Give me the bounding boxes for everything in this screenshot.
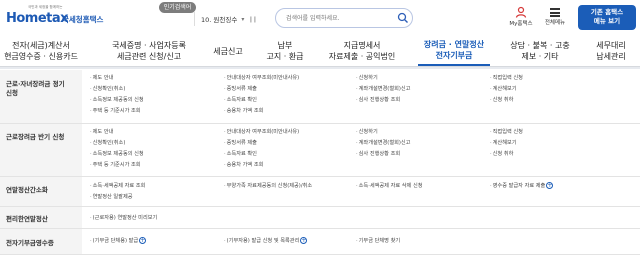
nav-tab-line1: 상담 · 불복 · 고충 — [510, 41, 570, 50]
nav-tab-line1: 세무대리 — [596, 41, 626, 50]
link-item[interactable]: 소득정보 제공동의 신청 — [90, 96, 144, 103]
link-item[interactable]: 신청 취하 — [490, 96, 514, 103]
link-item[interactable]: 계산해보기 — [490, 139, 517, 146]
link-item[interactable]: 증빙서류 제출 — [224, 139, 257, 146]
section-half-year-application: 근로장려금 반기 신청 제도 안내 신청확인(취소) 소득정보 제공동의 신청 … — [0, 124, 640, 177]
link-item[interactable]: (기부금 단체용) 발급+ — [90, 237, 147, 244]
plus-circle-icon[interactable]: + — [300, 237, 308, 244]
plus-circle-icon[interactable]: + — [139, 237, 147, 244]
link-item[interactable]: 소득·세액공제 자료 삭제 신청 — [356, 182, 423, 189]
nav-tab-line2: 납세관리 — [596, 52, 626, 61]
nav-tab-e-invoice[interactable]: 전자(세금)계산서 현금영수증 · 신용카드 — [4, 36, 78, 66]
link-item[interactable]: 직접입력 신청 — [490, 128, 523, 135]
link-item[interactable]: 증빙서류 제출 — [224, 85, 257, 92]
link-item[interactable]: 계좌개설변경(철회)신고 — [356, 85, 411, 92]
link-item[interactable]: 직접입력 신청 — [490, 74, 523, 81]
nav-tab-line1: 장려금 · 연말정산 — [423, 40, 485, 49]
user-icon — [515, 6, 527, 18]
link-item[interactable]: 제도 안내 — [90, 128, 114, 135]
nav-tab-tax-agent[interactable]: 세무대리 납세관리 — [588, 36, 634, 66]
hot-search-current[interactable]: 10. 원천징수 — [201, 14, 237, 24]
link-item[interactable]: 계산해보기 — [490, 85, 517, 92]
my-hometax-label: My홈택스 — [509, 21, 533, 27]
section-e-donation-receipt: 전자기부금영수증 (기부금 단체용) 발급+ (기부자용) 발급 신청 및 목록… — [0, 229, 640, 255]
classic-menu-line1: 기존 홈택스 — [590, 8, 624, 16]
link-item[interactable]: 소득·세액공제 자료 조회 — [90, 182, 146, 189]
classic-menu-line2: 메뉴 보기 — [593, 17, 621, 25]
nav-tab-line1: 전자(세금)계산서 — [12, 41, 70, 50]
logo-org-name: 국세청홈택스 — [62, 15, 104, 24]
nav-tab-line1: 지급명세서 — [343, 41, 381, 50]
link-item[interactable]: (근로자용) 연말정산 미리보기 — [90, 214, 158, 221]
top-bar: 국민과 세정을 함께하는 Hometax 국세청홈택스 인기검색어 10. 원천… — [0, 0, 640, 36]
link-item[interactable]: (기부자용) 발급 신청 및 목록관리+ — [224, 237, 308, 244]
nav-tab-certificates[interactable]: 국세증명 · 사업자등록 세금관련 신청/신고 — [108, 36, 190, 66]
nav-tab-line2: 현금영수증 · 신용카드 — [4, 52, 78, 61]
all-menu-button[interactable]: 전체메뉴 — [540, 6, 570, 32]
link-item[interactable]: 제도 안내 — [90, 74, 114, 81]
nav-tab-line2: 자료제출 · 공익법인 — [328, 52, 396, 61]
link-item[interactable]: 주택 등 기준시가 조회 — [90, 107, 141, 114]
plus-circle-icon[interactable]: + — [546, 182, 554, 189]
link-item[interactable]: 소득자료 확인 — [224, 96, 257, 103]
link-item[interactable]: 신청확인(취소) — [90, 85, 126, 92]
nav-tab-incentives[interactable]: 장려금 · 연말정산 전자기부금 — [418, 36, 490, 66]
hamburger-icon — [550, 8, 560, 17]
section-easy-year-end: 편리한연말정산 (근로자용) 연말정산 미리보기 — [0, 207, 640, 229]
nav-tab-payment-statements[interactable]: 지급명세서 자료제출 · 공익법인 — [323, 36, 401, 66]
logo-slogan: 국민과 세정을 함께하는 — [28, 5, 63, 9]
link-item[interactable]: 부양가족 자료제공동의 신청(제공)/취소 — [224, 182, 312, 189]
section-title: 근로장려금 반기 신청 — [0, 124, 82, 176]
section-title: 편리한연말정산 — [0, 207, 82, 228]
section-regular-application: 근로·자녀장려금 정기 신청 제도 안내 신청확인(취소) 소득정보 제공동의 … — [0, 70, 640, 124]
nav-tab-payment[interactable]: 납부 고지 · 환급 — [262, 36, 308, 66]
chevron-down-icon[interactable]: ▾ — [241, 16, 244, 23]
section-year-end-simplified: 연말정산간소화 소득·세액공제 자료 조회 연말정산 일괄제공 부양가족 자료제… — [0, 177, 640, 207]
link-item[interactable]: 기부금 단체명 찾기 — [356, 237, 400, 244]
nav-tab-line1: 국세증명 · 사업자등록 — [112, 41, 186, 50]
logo-wordmark: Hometax — [6, 11, 69, 26]
nav-tab-line2: 제보 · 기타 — [521, 52, 559, 61]
search-icon[interactable] — [397, 12, 409, 24]
main-nav: 전자(세금)계산서 현금영수증 · 신용카드 국세증명 · 사업자등록 세금관련… — [0, 36, 640, 66]
search-input[interactable] — [275, 8, 413, 28]
link-item[interactable]: 신청확인(취소) — [90, 139, 126, 146]
link-item[interactable]: 소득자료 확인 — [224, 150, 257, 157]
link-item[interactable]: 연말정산 일괄제공 — [90, 193, 133, 200]
link-item[interactable]: 신청 취하 — [490, 150, 514, 157]
hometax-logo[interactable]: 국민과 세정을 함께하는 Hometax 국세청홈택스 — [6, 5, 104, 31]
section-title: 연말정산간소화 — [0, 177, 82, 206]
nav-divider — [0, 66, 640, 69]
nav-tab-line1: 세금신고 — [213, 46, 243, 56]
link-item[interactable]: 안내대상자 여부조회(미안내사유) — [224, 74, 300, 81]
link-item[interactable]: 심사 진행상황 조회 — [356, 150, 400, 157]
link-item[interactable]: 승용차 가액 조회 — [224, 107, 264, 114]
my-hometax-button[interactable]: My홈택스 — [506, 6, 536, 32]
nav-tab-consultation[interactable]: 상담 · 불복 · 고충 제보 · 기타 — [505, 36, 575, 66]
link-item[interactable]: 소득정보 제공동의 신청 — [90, 150, 144, 157]
nav-tab-line2: 전자기부금 — [435, 51, 473, 60]
hot-search-rolling[interactable]: 10. 원천징수 ▾ ❙❙ — [194, 12, 274, 26]
link-item[interactable]: 주택 등 기준시가 조회 — [90, 161, 141, 168]
nav-tab-line2: 세금관련 신청/신고 — [116, 52, 182, 61]
link-item[interactable]: 계좌개설변경(철회)신고 — [356, 139, 411, 146]
link-item[interactable]: 신청하기 — [356, 74, 378, 81]
section-title: 근로·자녀장려금 정기 신청 — [0, 70, 82, 123]
section-title: 전자기부금영수증 — [0, 229, 82, 254]
link-item[interactable]: 영수증 발급자 자료 제출+ — [490, 182, 554, 189]
pause-icon[interactable]: ❙❙ — [248, 16, 257, 23]
nav-tab-line1: 납부 — [277, 41, 293, 50]
hot-search-badge: 인기검색어 — [159, 2, 196, 13]
link-item[interactable]: 신청하기 — [356, 128, 378, 135]
nav-tab-tax-return[interactable]: 세금신고 — [206, 36, 250, 66]
nav-tab-line2: 고지 · 환급 — [266, 52, 304, 61]
classic-menu-button[interactable]: 기존 홈택스 메뉴 보기 — [578, 5, 636, 30]
link-item[interactable]: 심사 진행상황 조회 — [356, 96, 400, 103]
link-item[interactable]: 승용차 가액 조회 — [224, 161, 264, 168]
all-menu-label: 전체메뉴 — [544, 20, 566, 26]
link-item[interactable]: 안내대상자 여부조회(미안내사유) — [224, 128, 300, 135]
